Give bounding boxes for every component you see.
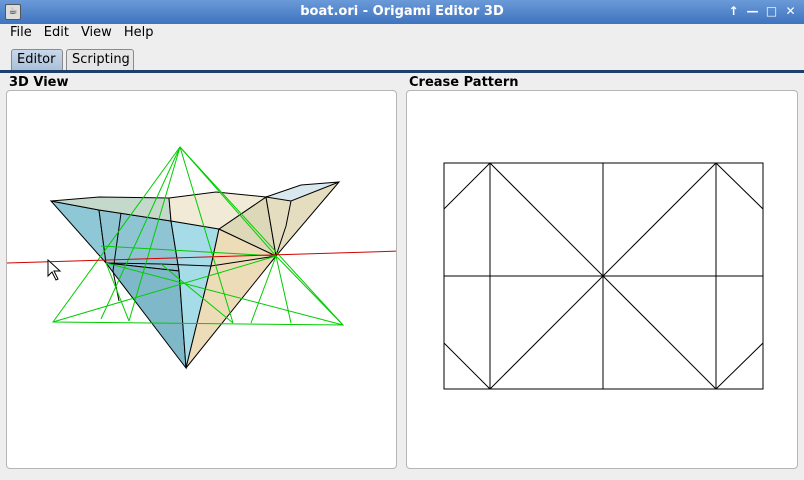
window-controls: ↑ — □ ✕: [726, 3, 798, 19]
minimize-button[interactable]: —: [745, 3, 760, 19]
menu-file[interactable]: File: [4, 24, 38, 43]
window-title: boat.ori - Origami Editor 3D: [300, 4, 504, 19]
crease-line: [715, 342, 764, 390]
crease-line: [443, 162, 491, 210]
crease-pattern-canvas[interactable]: [406, 90, 798, 469]
crease-line: [715, 162, 764, 210]
3d-view-label: 3D View: [9, 75, 69, 90]
menu-view[interactable]: View: [75, 24, 118, 43]
3d-view-canvas[interactable]: [6, 90, 397, 469]
crease-line: [443, 342, 491, 390]
window-titlebar: ☕ boat.ori - Origami Editor 3D ↑ — □ ✕: [0, 0, 804, 24]
status-strip: [0, 472, 804, 480]
tab-underline: [0, 70, 804, 73]
crease-pattern-label: Crease Pattern: [409, 75, 519, 90]
model-face: [104, 262, 187, 370]
close-button[interactable]: ✕: [783, 3, 798, 19]
menu-bar: File Edit View Help: [0, 24, 804, 43]
menu-help[interactable]: Help: [118, 24, 160, 43]
model-face: [49, 200, 107, 265]
keep-above-button[interactable]: ↑: [726, 3, 741, 19]
menu-edit[interactable]: Edit: [38, 24, 75, 43]
tab-scripting[interactable]: Scripting: [66, 49, 134, 71]
3d-model-graphic: [7, 146, 396, 370]
tab-editor[interactable]: Editor: [11, 49, 63, 71]
maximize-button[interactable]: □: [764, 3, 779, 19]
tab-bar: Editor Scripting: [0, 44, 804, 72]
mouse-cursor-icon: [47, 258, 62, 281]
crease-pattern-graphic: [443, 162, 764, 390]
